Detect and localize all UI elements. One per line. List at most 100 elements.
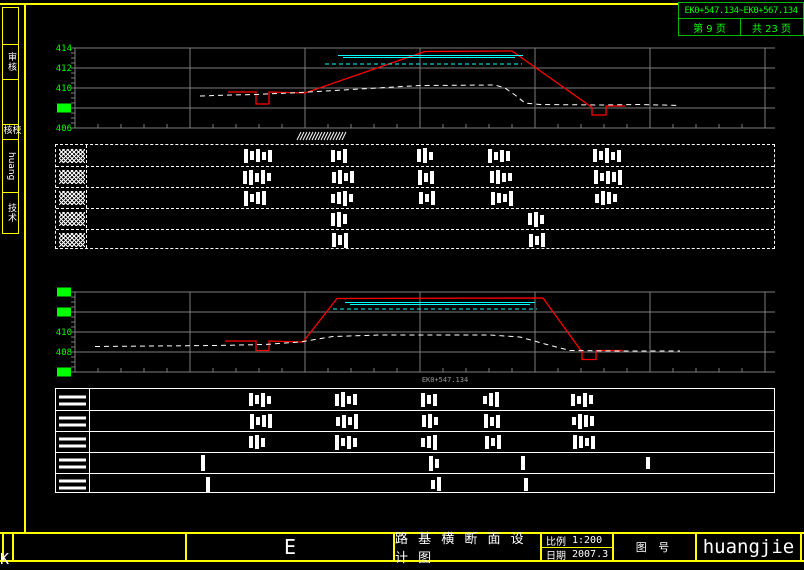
drawing-letter: E [185,534,393,560]
value-text-cluster [331,188,355,208]
value-text-cluster [201,453,207,473]
value-bar [421,393,425,407]
table-row [56,145,774,166]
value-bar [343,149,347,163]
value-bar [573,435,577,449]
upper-cross-section: 414412410406 [55,40,780,144]
value-text-cluster [335,432,359,452]
value-bar [427,395,431,404]
value-bar [338,235,342,245]
value-text-cluster [335,389,359,410]
value-bar [583,393,587,407]
value-text-cluster [332,167,356,187]
lower-data-table [55,388,775,493]
value-bar [494,152,498,160]
value-bar [612,172,616,182]
value-text-cluster [528,209,546,229]
value-bar [249,393,253,406]
value-text-cluster [571,389,595,410]
value-bar [256,192,260,204]
value-bar [243,171,247,184]
value-bar [617,150,621,162]
value-text-cluster [484,411,502,431]
value-bar [618,170,622,185]
grip-box [57,308,71,317]
value-bar [497,435,501,449]
cad-canvas[interactable]: 审核校核huang技术 EK0+547.134~EK0+567.134 第 9 … [0,0,804,570]
value-text-cluster [573,432,597,452]
cross-section-upper-svg: 414412410406 [55,40,780,144]
scale-label: 比例 [546,533,566,548]
value-bar [428,414,432,428]
value-text-cluster [331,145,349,166]
grip-box [57,288,71,297]
value-bar [508,173,512,181]
value-bar [268,414,272,428]
value-bar [589,395,593,404]
value-bar [594,170,598,184]
value-text-cluster [249,389,273,410]
value-bar [585,438,589,446]
value-bar [335,394,339,406]
date-value: 2007.3 [572,549,608,560]
value-bar [249,436,253,448]
value-text-cluster [485,432,503,452]
value-bar [534,212,538,227]
value-bar [255,173,259,182]
value-text-cluster [431,474,443,494]
title-bar: E 路 基 横 断 面 设 计 图 比例 1:200 日期 2007.3 图 号… [0,532,804,562]
value-bar [595,194,599,203]
value-bar [267,173,271,181]
table-row [56,187,774,208]
design-line [225,298,623,360]
value-bar [249,170,253,185]
table-row [56,208,774,229]
value-bar [593,149,597,162]
value-bar [331,194,335,203]
value-text-cluster [244,188,268,208]
value-text-cluster [429,453,441,473]
value-text-cluster [593,145,623,166]
scale-value: 1:200 [572,535,602,546]
value-bar [600,173,604,181]
y-axis-label: 410 [56,328,72,338]
grip-box [57,368,71,377]
value-text-cluster [572,411,596,431]
value-bar [337,212,341,227]
value-bar [424,173,428,182]
value-bar [509,191,513,206]
row-label-block [59,479,86,490]
value-text-cluster [421,389,439,410]
left-tab-strip: 审核校核huang技术 [2,8,19,234]
value-bar [606,171,610,184]
value-bar [342,415,346,428]
value-bar [601,191,605,205]
value-bar [255,395,259,404]
value-bar [350,171,354,183]
value-bar [613,194,617,202]
value-text-cluster [529,230,547,250]
value-bar [541,233,545,247]
y-axis-label: 412 [56,64,72,74]
value-bar [347,396,351,404]
corner-mark: K [0,550,9,568]
value-bar [435,459,439,468]
sheet-header-table: EK0+547.134~EK0+567.134 第 9 页 共 23 页 [678,2,804,36]
value-bar [335,435,339,450]
value-bar [521,456,525,470]
value-bar [349,194,353,202]
value-bar [535,236,539,245]
value-text-cluster [419,188,437,208]
value-bar [429,152,433,160]
value-text-cluster [595,188,619,208]
value-bar [347,436,351,449]
value-bar [341,392,345,407]
value-bar [646,457,650,469]
date-label: 日期 [546,547,566,562]
value-bar [201,455,205,471]
value-bar [503,194,507,202]
value-bar [431,480,435,489]
sidebar-tab-3 [2,79,19,125]
value-text-cluster [422,411,440,431]
scale-row: 比例 1:200 [542,534,612,547]
